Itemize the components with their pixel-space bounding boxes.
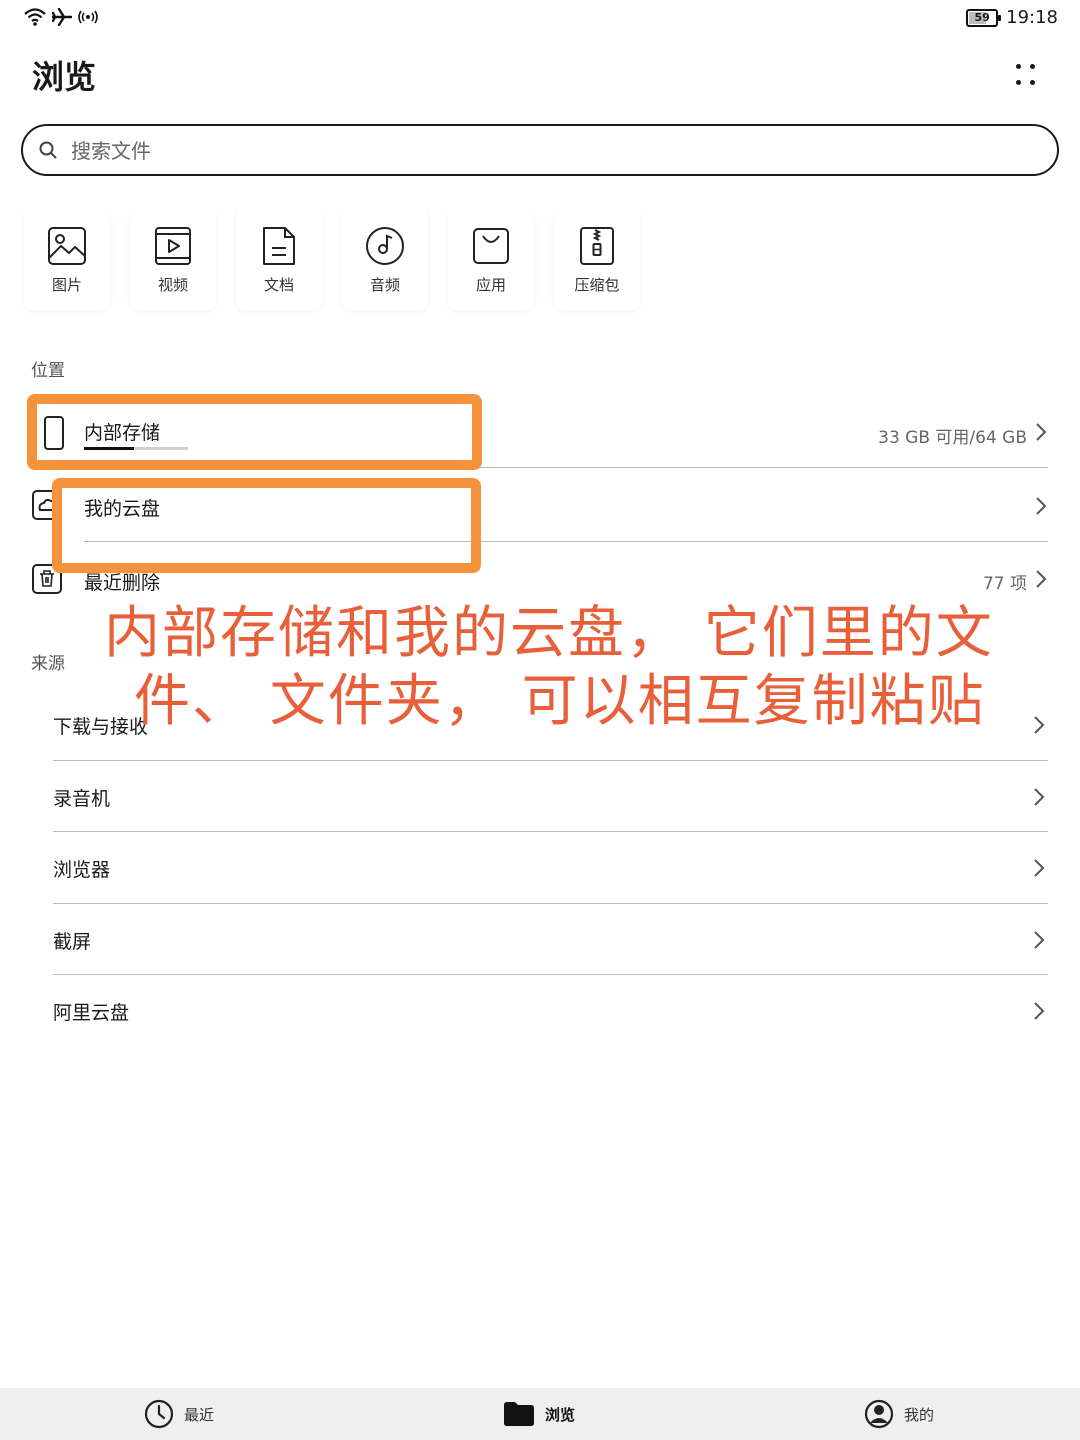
divider: [53, 974, 1048, 975]
nav-recent[interactable]: 最近: [144, 1388, 214, 1440]
chevron-right-icon: [1036, 497, 1047, 515]
category-label: 图片: [51, 276, 82, 294]
clock-icon: [144, 1399, 174, 1429]
category-archives[interactable]: 压缩包: [554, 206, 640, 310]
category-label: 应用: [475, 276, 506, 294]
nav-label: 最近: [184, 1405, 215, 1424]
hotspot-icon: [78, 10, 98, 24]
category-images[interactable]: 图片: [24, 206, 110, 310]
source-label: 阿里云盘: [53, 1002, 130, 1024]
status-bar: 59 19:18: [0, 0, 1080, 40]
category-label: 文档: [263, 276, 294, 294]
nav-label: 浏览: [545, 1405, 576, 1424]
more-options-button[interactable]: [1010, 60, 1040, 90]
sources-header: 来源: [31, 654, 65, 674]
nav-label: 我的: [904, 1405, 935, 1424]
nav-browse[interactable]: 浏览: [503, 1388, 575, 1440]
airplane-icon: [52, 8, 72, 26]
search-input[interactable]: [69, 126, 973, 176]
source-label: 截屏: [53, 931, 92, 953]
audio-icon: [366, 227, 404, 265]
chevron-right-icon: [1034, 788, 1045, 806]
bottom-nav: 最近 浏览 我的: [0, 1388, 1080, 1440]
app-icon: [473, 228, 509, 264]
source-row[interactable]: 浏览器: [53, 833, 1049, 903]
source-row[interactable]: 截屏: [53, 905, 1049, 975]
category-documents[interactable]: 文档: [236, 206, 322, 310]
status-icons: [24, 8, 98, 26]
archive-icon: [580, 227, 614, 265]
status-time: 19:18: [1006, 7, 1058, 28]
chevron-right-icon: [1036, 423, 1047, 441]
source-row[interactable]: 录音机: [53, 762, 1049, 832]
category-label: 视频: [157, 276, 188, 294]
chevron-right-icon: [1034, 931, 1045, 949]
chevron-right-icon: [1034, 716, 1045, 734]
annotation-line: 件、 文件夹， 可以相互复制粘贴: [134, 669, 986, 734]
category-videos[interactable]: 视频: [130, 206, 216, 310]
source-row[interactable]: 阿里云盘: [53, 976, 1049, 1046]
chevron-right-icon: [1036, 570, 1047, 588]
category-audio[interactable]: 音频: [342, 206, 428, 310]
page-title: 浏览: [32, 58, 97, 96]
locations-header: 位置: [31, 361, 65, 381]
video-icon: [155, 227, 191, 265]
chevron-right-icon: [1034, 1002, 1045, 1020]
annotation-highlight-my-cloud-drive: [52, 478, 481, 573]
category-label: 压缩包: [574, 276, 620, 294]
category-row: 图片 视频 文档 音频 应用 压缩包: [24, 206, 640, 310]
document-icon: [263, 227, 295, 265]
location-value: 77 项: [982, 574, 1027, 594]
divider: [53, 831, 1048, 832]
annotation-line: 内部存储和我的云盘， 它们里的文: [104, 601, 994, 666]
image-icon: [48, 227, 86, 265]
battery-icon: 59: [966, 8, 1002, 27]
battery-level: 59: [974, 10, 990, 24]
folder-icon: [504, 1402, 534, 1426]
search-icon: [39, 141, 57, 159]
source-label: 浏览器: [53, 859, 111, 881]
nav-me[interactable]: 我的: [864, 1388, 934, 1440]
wifi-icon: [24, 8, 46, 26]
divider: [53, 903, 1048, 904]
annotation-text: 内部存储和我的云盘， 它们里的文 件、 文件夹， 可以相互复制粘贴: [104, 600, 1004, 736]
search-bar[interactable]: [21, 124, 1059, 176]
location-value: 33 GB 可用/64 GB: [878, 428, 1027, 448]
user-icon: [864, 1399, 894, 1429]
source-label: 录音机: [53, 788, 111, 810]
status-right: 59 19:18: [966, 7, 1058, 28]
chevron-right-icon: [1034, 859, 1045, 877]
annotation-highlight-internal-storage: [27, 394, 482, 470]
divider: [53, 760, 1048, 761]
category-apps[interactable]: 应用: [448, 206, 534, 310]
category-label: 音频: [369, 276, 400, 294]
